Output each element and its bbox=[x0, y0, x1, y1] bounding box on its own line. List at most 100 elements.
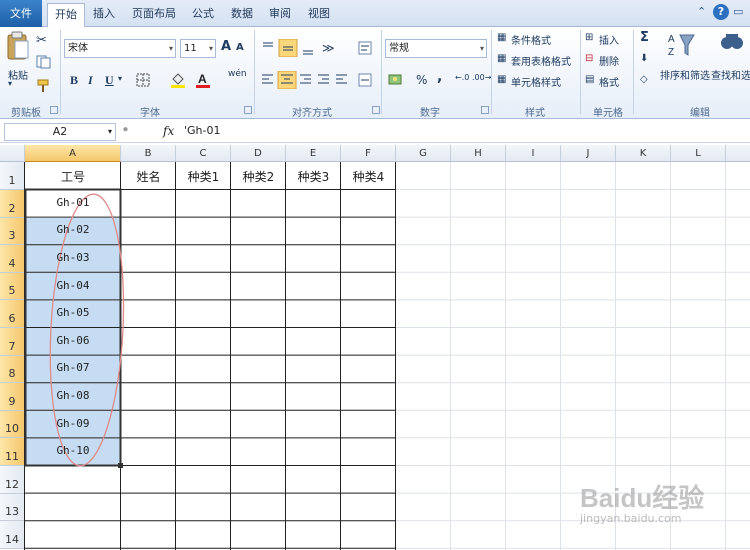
svg-text:Z: Z bbox=[668, 47, 674, 58]
merge-center-icon[interactable] bbox=[358, 73, 372, 87]
cell-a2[interactable]: Gh-01 bbox=[25, 196, 121, 212]
tab-formulas[interactable]: 公式 bbox=[186, 3, 220, 27]
bold-button[interactable]: B bbox=[70, 73, 78, 88]
shrink-font-button[interactable]: A bbox=[236, 42, 244, 53]
copy-icon[interactable] bbox=[36, 55, 54, 69]
increase-decimal-icon[interactable]: ←.0 bbox=[455, 73, 469, 82]
comma-button[interactable]: , bbox=[437, 69, 442, 85]
cell-styles-button[interactable]: 单元格样式 bbox=[511, 74, 561, 89]
header-cell-b[interactable]: 姓名 bbox=[121, 168, 176, 184]
header-cell-c[interactable]: 种类1 bbox=[176, 168, 231, 184]
header-cell-d[interactable]: 种类2 bbox=[231, 168, 286, 184]
window-minimize-icon[interactable]: ▭ bbox=[733, 5, 743, 18]
tab-insert[interactable]: 插入 bbox=[87, 3, 121, 27]
insert-cells-icon: ⊞ bbox=[585, 32, 594, 43]
styles-group-label: 样式 bbox=[525, 108, 545, 119]
format-cells-button[interactable]: 格式 bbox=[599, 74, 619, 89]
cells-group-label: 单元格 bbox=[593, 108, 623, 119]
cell-a9[interactable]: Gh-08 bbox=[25, 389, 121, 405]
header-cell-a[interactable]: 工号 bbox=[25, 168, 121, 184]
font-color-icon[interactable]: A bbox=[196, 71, 210, 89]
cell-a11[interactable]: Gh-10 bbox=[25, 444, 121, 460]
format-painter-icon[interactable] bbox=[36, 79, 52, 93]
clear-icon[interactable]: ◇ bbox=[640, 74, 648, 85]
header-cell-f[interactable]: 种类4 bbox=[341, 168, 396, 184]
cell-a4[interactable]: Gh-03 bbox=[25, 251, 121, 267]
separator bbox=[254, 30, 255, 114]
editing-group-label: 编辑 bbox=[690, 108, 710, 119]
paste-icon[interactable] bbox=[6, 31, 30, 61]
separator bbox=[491, 30, 492, 114]
phonetic-button[interactable]: wén bbox=[228, 69, 247, 79]
tab-view[interactable]: 视图 bbox=[302, 3, 336, 27]
svg-text:≫: ≫ bbox=[322, 41, 335, 55]
clipboard-launcher-icon[interactable] bbox=[50, 106, 58, 114]
cell-a8[interactable]: Gh-07 bbox=[25, 361, 121, 377]
find-select-button[interactable]: 查找和选择 bbox=[711, 67, 750, 82]
cell-styles-icon: ▦ bbox=[497, 74, 507, 85]
vertical-align-icons[interactable]: ≫ bbox=[260, 39, 360, 57]
grow-font-button[interactable]: A bbox=[221, 39, 231, 54]
percent-button[interactable]: % bbox=[416, 73, 427, 87]
watermark-url: jingyan.baidu.com bbox=[580, 512, 682, 525]
paste-dropdown-icon[interactable]: ▾ bbox=[8, 79, 12, 88]
sort-filter-button[interactable]: 排序和筛选 bbox=[660, 67, 710, 82]
name-box[interactable]: A2 ▾ bbox=[4, 123, 116, 141]
font-name-combo[interactable]: 宋体 ▾ bbox=[64, 39, 176, 58]
number-group-label: 数字 bbox=[420, 108, 440, 119]
help-icon[interactable]: ? bbox=[713, 4, 729, 20]
separator bbox=[381, 30, 382, 114]
delete-cells-icon: ⊟ bbox=[585, 53, 594, 64]
font-size-combo[interactable]: 11 ▾ bbox=[180, 39, 216, 58]
watermark: Baidu经验 jingyan.baidu.com bbox=[580, 478, 750, 528]
wrap-text-icon[interactable] bbox=[358, 41, 372, 55]
tab-home[interactable]: 开始 bbox=[47, 3, 85, 28]
header-cell-e[interactable]: 种类3 bbox=[286, 168, 341, 184]
underline-dropdown-icon[interactable]: ▾ bbox=[118, 74, 122, 83]
fill-color-icon[interactable] bbox=[170, 71, 186, 89]
fill-handle[interactable] bbox=[118, 463, 123, 468]
ribbon: 粘贴 ▾ ✂ 剪贴板 宋体 ▾ 11 ▾ A A B I U ▾ A wén 字体 bbox=[0, 27, 750, 119]
delete-cells-button[interactable]: 删除 bbox=[599, 53, 619, 68]
cell-a6[interactable]: Gh-05 bbox=[25, 306, 121, 322]
alignment-launcher-icon[interactable] bbox=[372, 106, 380, 114]
sort-filter-icon[interactable]: A Z bbox=[668, 31, 696, 59]
tab-file[interactable]: 文件 bbox=[0, 0, 42, 27]
tab-page-layout[interactable]: 页面布局 bbox=[126, 3, 182, 27]
number-launcher-icon[interactable] bbox=[481, 106, 489, 114]
autosum-icon[interactable]: Σ bbox=[640, 30, 649, 45]
ribbon-tab-bar: 文件 开始 插入 页面布局 公式 数据 审阅 视图 ⌃ ? ▭ bbox=[0, 0, 750, 28]
conditional-format-button[interactable]: 条件格式 bbox=[511, 32, 551, 47]
insert-cells-button[interactable]: 插入 bbox=[599, 32, 619, 47]
find-select-icon[interactable] bbox=[718, 31, 746, 59]
underline-button[interactable]: U bbox=[105, 73, 114, 88]
number-format-combo[interactable]: 常规 ▾ bbox=[385, 39, 487, 58]
format-table-button[interactable]: 套用表格格式 bbox=[511, 53, 571, 68]
horizontal-align-icons[interactable] bbox=[260, 71, 360, 89]
formula-input[interactable]: 'Gh-01 bbox=[184, 124, 221, 137]
insert-function-button[interactable]: fx bbox=[163, 124, 174, 138]
cut-icon[interactable]: ✂ bbox=[36, 33, 47, 48]
fill-icon[interactable]: ⬇ bbox=[640, 53, 648, 64]
cell-a5[interactable]: Gh-04 bbox=[25, 279, 121, 295]
cell-a10[interactable]: Gh-09 bbox=[25, 417, 121, 433]
tab-data[interactable]: 数据 bbox=[225, 3, 259, 27]
accounting-format-icon[interactable] bbox=[388, 73, 404, 87]
italic-button[interactable]: I bbox=[88, 73, 93, 88]
cell-a7[interactable]: Gh-06 bbox=[25, 334, 121, 350]
font-group-label: 字体 bbox=[140, 108, 160, 119]
conditional-format-icon: ▦ bbox=[497, 32, 507, 43]
minimize-ribbon-icon[interactable]: ⌃ bbox=[697, 5, 706, 18]
formula-bar: A2 ▾ ⦁ fx 'Gh-01 bbox=[0, 121, 750, 143]
watermark-brand: Baidu经验 bbox=[580, 483, 705, 513]
formula-bar-grip-icon: ⦁ bbox=[123, 124, 128, 135]
decrease-decimal-icon[interactable]: .00→ bbox=[472, 73, 491, 82]
svg-text:A: A bbox=[198, 72, 207, 86]
clipboard-group-label: 剪贴板 bbox=[11, 108, 41, 119]
tab-review[interactable]: 审阅 bbox=[263, 3, 297, 27]
separator bbox=[60, 30, 61, 114]
alignment-group-label: 对齐方式 bbox=[292, 108, 332, 119]
cell-a3[interactable]: Gh-02 bbox=[25, 223, 121, 239]
borders-icon[interactable] bbox=[136, 73, 152, 87]
font-launcher-icon[interactable] bbox=[244, 106, 252, 114]
